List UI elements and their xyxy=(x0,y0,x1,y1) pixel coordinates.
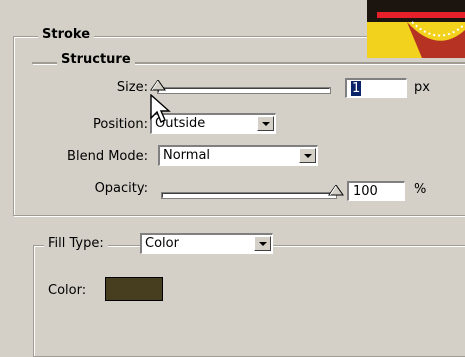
fill-color-label: Color: xyxy=(48,283,87,298)
blend-mode-label: Blend Mode: xyxy=(67,149,148,164)
chevron-down-icon[interactable] xyxy=(299,148,316,163)
structure-title: Structure xyxy=(57,52,135,67)
size-label: Size: xyxy=(116,80,148,95)
opacity-slider-track[interactable] xyxy=(162,193,336,198)
size-unit: px xyxy=(414,80,430,95)
size-field[interactable]: 1 xyxy=(345,78,407,98)
fill-type-dropdown[interactable]: Color xyxy=(140,233,273,254)
size-slider-thumb[interactable] xyxy=(150,80,166,92)
fill-color-swatch[interactable] xyxy=(105,277,163,301)
blend-mode-value: Normal xyxy=(163,148,211,163)
layer-preview-thumbnail xyxy=(367,0,465,58)
opacity-slider-thumb[interactable] xyxy=(328,185,344,197)
size-slider-track[interactable] xyxy=(158,88,330,93)
fill-type-label: Fill Type: xyxy=(44,236,108,251)
stroke-title: Stroke xyxy=(38,27,95,42)
opacity-field[interactable]: 100 xyxy=(347,181,405,201)
chevron-down-icon[interactable] xyxy=(254,236,271,251)
fill-groupbox xyxy=(33,245,465,357)
position-label: Position: xyxy=(93,117,148,132)
blend-mode-dropdown[interactable]: Normal xyxy=(158,145,318,166)
opacity-unit: % xyxy=(414,182,427,197)
size-value: 1 xyxy=(351,81,362,96)
opacity-label: Opacity: xyxy=(94,181,148,196)
chevron-down-icon[interactable] xyxy=(257,116,274,131)
opacity-value: 100 xyxy=(353,184,378,199)
arrow-pointer-icon xyxy=(150,94,171,123)
fill-type-value: Color xyxy=(145,236,179,251)
